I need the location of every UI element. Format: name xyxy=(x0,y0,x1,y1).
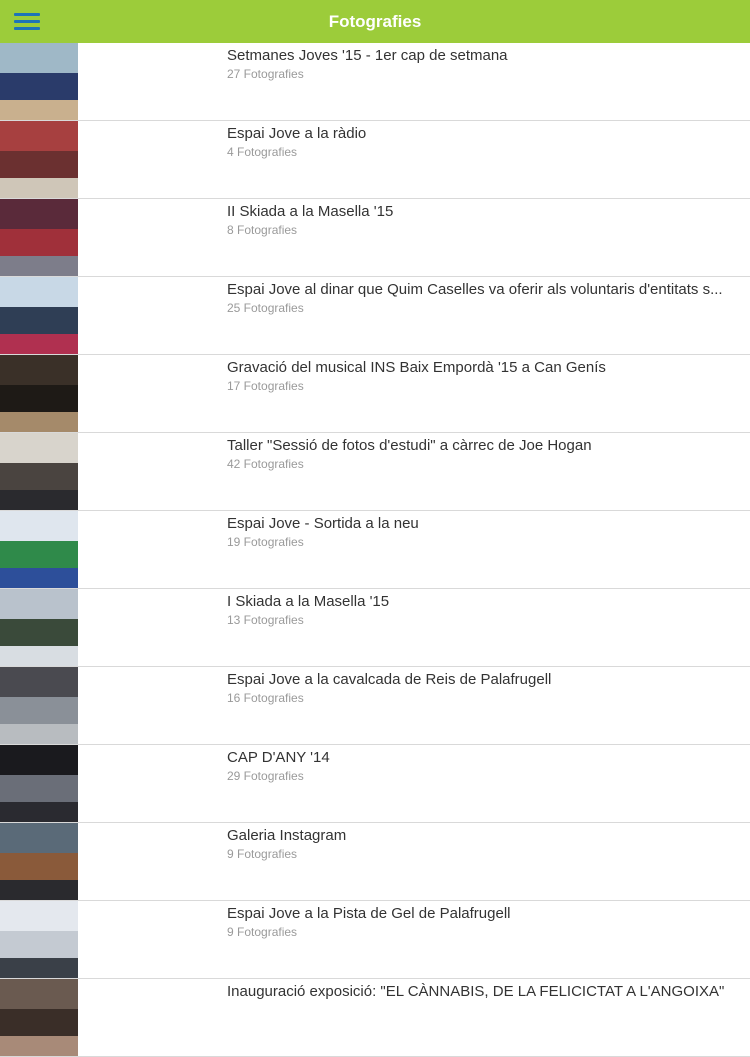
album-photo-count: 9 Fotografies xyxy=(227,847,298,861)
album-row[interactable]: I Skiada a la Masella '15 13 Fotografies xyxy=(0,589,750,667)
album-thumbnail[interactable] xyxy=(0,433,78,510)
album-row[interactable]: II Skiada a la Masella '15 8 Fotografies xyxy=(0,199,750,277)
album-thumbnail[interactable] xyxy=(0,667,78,744)
album-photo-count: 27 Fotografies xyxy=(227,67,304,81)
album-row[interactable]: Setmanes Joves '15 - 1er cap de setmana 2… xyxy=(0,43,750,121)
top-navigation-bar: Fotografies xyxy=(0,0,750,43)
album-title: Espai Jove - Sortida a la neu xyxy=(227,515,419,532)
album-title: I Skiada a la Masella '15 xyxy=(227,593,390,610)
album-title: Setmanes Joves '15 - 1er cap de setmana xyxy=(227,47,508,64)
album-row[interactable]: CAP D'ANY '14 29 Fotografies xyxy=(0,745,750,823)
album-photo-count: 25 Fotografies xyxy=(227,301,304,315)
album-row[interactable]: Espai Jove - Sortida a la neu 19 Fotograf… xyxy=(0,511,750,589)
album-row[interactable]: Gravació del musical INS Baix Empordà '1… xyxy=(0,355,750,433)
album-thumbnail[interactable] xyxy=(0,511,78,588)
album-title: Gravació del musical INS Baix Empordà '1… xyxy=(227,359,606,376)
album-list: Setmanes Joves '15 - 1er cap de setmana 2… xyxy=(0,43,750,1057)
album-title: Galeria Instagram xyxy=(227,827,347,844)
album-thumbnail[interactable] xyxy=(0,823,78,900)
album-thumbnail[interactable] xyxy=(0,901,78,978)
album-photo-count: 29 Fotografies xyxy=(227,769,304,783)
album-row[interactable]: Galeria Instagram 9 Fotografies xyxy=(0,823,750,901)
album-photo-count: 13 Fotografies xyxy=(227,613,304,627)
album-row[interactable]: Taller "Sessió de fotos d'estudi" a càrr… xyxy=(0,433,750,511)
album-thumbnail[interactable] xyxy=(0,277,78,354)
album-photo-count: 9 Fotografies xyxy=(227,925,298,939)
album-row[interactable]: Espai Jove a la Pista de Gel de Palafrug… xyxy=(0,901,750,979)
album-row[interactable]: Espai Jove al dinar que Quim Caselles va… xyxy=(0,277,750,355)
album-photo-count: 19 Fotografies xyxy=(227,535,304,549)
album-thumbnail[interactable] xyxy=(0,979,78,1056)
album-row[interactable]: Espai Jove a la ràdio 4 Fotografies xyxy=(0,121,750,199)
album-row[interactable]: Espai Jove a la cavalcada de Reis de Pal… xyxy=(0,667,750,745)
album-title: Espai Jove a la ràdio xyxy=(227,125,367,142)
album-thumbnail[interactable] xyxy=(0,589,78,666)
album-title: II Skiada a la Masella '15 xyxy=(227,203,394,220)
page-title: Fotografies xyxy=(328,11,422,31)
album-thumbnail[interactable] xyxy=(0,199,78,276)
album-title: Espai Jove a la cavalcada de Reis de Pal… xyxy=(227,671,552,688)
hamburger-menu-icon[interactable] xyxy=(14,10,40,32)
album-thumbnail[interactable] xyxy=(0,43,78,120)
album-title: CAP D'ANY '14 xyxy=(227,749,330,766)
album-thumbnail[interactable] xyxy=(0,355,78,432)
album-title: Espai Jove al dinar que Quim Caselles va… xyxy=(227,281,723,298)
album-title: Espai Jove a la Pista de Gel de Palafrug… xyxy=(227,905,511,922)
album-thumbnail[interactable] xyxy=(0,121,78,198)
album-thumbnail[interactable] xyxy=(0,745,78,822)
album-photo-count: 4 Fotografies xyxy=(227,145,298,159)
album-title: Taller "Sessió de fotos d'estudi" a càrr… xyxy=(227,437,592,454)
album-photo-count: 16 Fotografies xyxy=(227,691,304,705)
album-photo-count: 17 Fotografies xyxy=(227,379,304,393)
album-photo-count: 8 Fotografies xyxy=(227,223,298,237)
album-photo-count: 42 Fotografies xyxy=(227,457,304,471)
album-title: Inauguració exposició: "EL CÀNNABIS, DE … xyxy=(227,983,725,1000)
album-row[interactable]: Inauguració exposició: "EL CÀNNABIS, DE … xyxy=(0,979,750,1057)
